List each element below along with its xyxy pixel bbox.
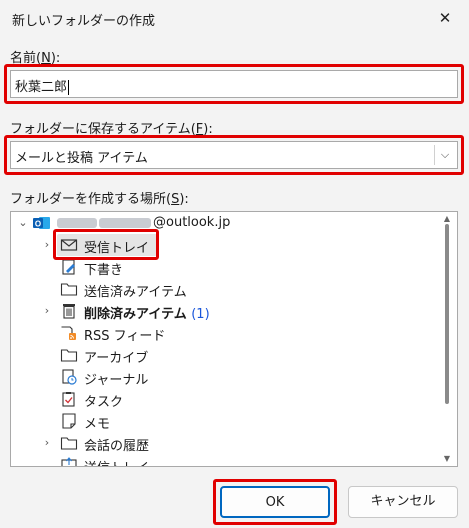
tree-item-sent[interactable]: 送信済みアイテム	[11, 278, 431, 300]
close-button[interactable]: ✕	[431, 4, 459, 32]
tree-item-outbox[interactable]: 送信トレイ	[11, 454, 431, 466]
tree-item-archive[interactable]: アーカイブ	[11, 344, 431, 366]
scroll-down-icon[interactable]: ▼	[442, 454, 452, 463]
tree-item-deleted[interactable]: › 削除済みアイテム (1)	[11, 300, 431, 322]
tree-item-label: 下書き	[84, 263, 124, 278]
tree-item-notes[interactable]: メモ	[11, 410, 431, 432]
account-email: @outlook.jp	[57, 215, 230, 230]
tree-item-label: 送信トレイ	[84, 457, 149, 466]
journal-icon	[60, 369, 78, 385]
tree-item-tasks[interactable]: タスク	[11, 388, 431, 410]
inbox-highlight-box	[53, 229, 159, 260]
contains-highlight-box	[4, 135, 464, 175]
outbox-icon	[60, 457, 78, 466]
cancel-button[interactable]: キャンセル	[348, 486, 458, 518]
trash-icon	[60, 303, 78, 319]
note-icon	[60, 413, 78, 429]
tree-item-label: RSS フィード	[84, 329, 166, 344]
folder-icon	[60, 281, 78, 297]
chevron-down-icon[interactable]: ⌄	[17, 212, 29, 234]
tree-item-label: メモ	[84, 417, 111, 432]
tree-item-label: アーカイブ	[84, 351, 149, 366]
name-highlight-box	[4, 64, 464, 104]
tree-scrollbar-thumb[interactable]	[445, 224, 449, 404]
task-icon	[60, 391, 78, 407]
unread-count: (1)	[191, 307, 210, 322]
dialog-title: 新しいフォルダーの作成	[12, 14, 156, 29]
tree-item-label: ジャーナル	[84, 373, 149, 388]
tree-item-rss[interactable]: RSS フィード	[11, 322, 431, 344]
chevron-right-icon[interactable]: ›	[41, 234, 53, 256]
scroll-up-icon[interactable]: ▲	[442, 214, 452, 223]
tree-item-journal[interactable]: ジャーナル	[11, 366, 431, 388]
title-bar: 新しいフォルダーの作成 ✕	[0, 0, 469, 36]
chevron-right-icon[interactable]: ›	[41, 432, 53, 454]
rss-icon	[60, 325, 78, 341]
tree-item-label: 会話の履歴	[84, 439, 150, 454]
location-label: フォルダーを作成する場所(S):	[10, 192, 189, 207]
folder-icon	[60, 435, 78, 451]
folder-icon	[60, 347, 78, 363]
chevron-right-icon[interactable]: ›	[41, 300, 53, 322]
tree-item-conversation-history[interactable]: › 会話の履歴	[11, 432, 431, 454]
close-icon: ✕	[438, 9, 452, 27]
ok-highlight-box	[213, 479, 337, 525]
draft-icon	[60, 259, 78, 275]
svg-text:O: O	[35, 220, 41, 229]
tree-item-label: 送信済みアイテム	[84, 285, 187, 300]
tree-item-label: 削除済みアイテム (1)	[84, 307, 210, 322]
outlook-account-icon: O	[33, 215, 51, 231]
tree-item-label: タスク	[84, 395, 124, 410]
